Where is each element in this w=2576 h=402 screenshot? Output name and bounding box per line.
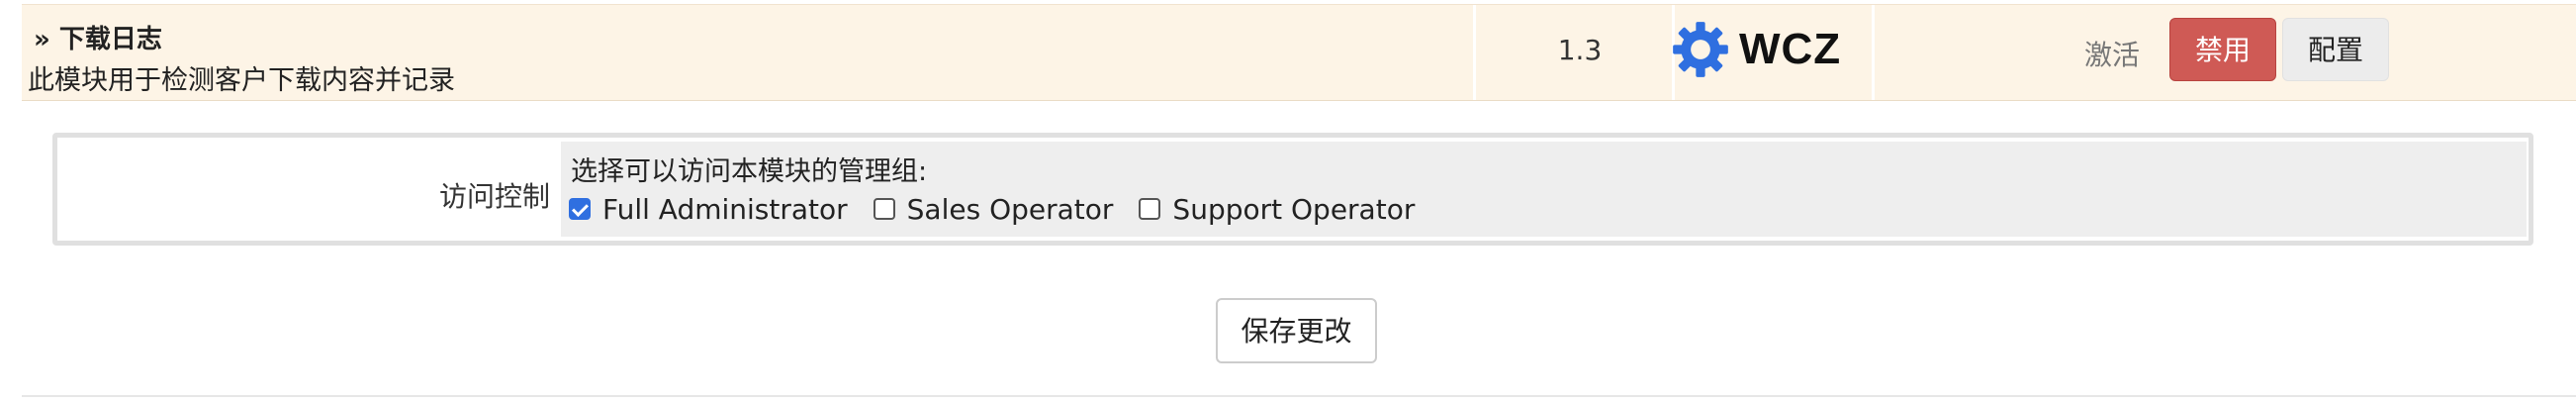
module-name: » 下载日志 (34, 25, 162, 54)
status-text: 激活 (2083, 39, 2140, 71)
admin-group-option[interactable]: Support Operator (1139, 193, 1415, 226)
admin-group-label: Sales Operator (906, 192, 1114, 226)
access-label-cell: 访问控制 (61, 142, 558, 237)
access-prompt: 选择可以访问本模块的管理组: (571, 156, 928, 187)
admin-group-checkbox[interactable] (1139, 198, 1161, 220)
admin-group-checkbox[interactable] (873, 198, 895, 220)
module-description: 此模块用于检测客户下载内容并记录 (28, 65, 455, 96)
admin-group-label: Full Administrator (602, 192, 848, 226)
module-version: 1.3 (1557, 34, 1603, 66)
admin-group-checkbox[interactable] (569, 198, 591, 220)
configure-button[interactable]: 配置 (2282, 18, 2389, 81)
cell-divider (1473, 5, 1476, 100)
access-control-panel: 访问控制 选择可以访问本模块的管理组: Full Administrator S… (52, 133, 2533, 246)
logo-text: WCZ (1739, 25, 1842, 73)
divider (22, 395, 2576, 397)
gear-logo-icon (1673, 22, 1728, 77)
access-field-cell: 选择可以访问本模块的管理组: Full Administrator Sales … (561, 142, 2527, 237)
admin-group-option[interactable]: Full Administrator (569, 193, 848, 226)
disable-button[interactable]: 禁用 (2169, 18, 2276, 81)
module-logo: WCZ (1672, 20, 1841, 79)
admin-group-option[interactable]: Sales Operator (873, 192, 1114, 226)
access-control-label: 访问控制 (438, 180, 550, 213)
admin-group-label: Support Operator (1172, 192, 1416, 226)
save-changes-button[interactable]: 保存更改 (1216, 298, 1377, 363)
cell-divider (1872, 5, 1875, 100)
admin-group-list: Full Administrator Sales Operator Suppor… (569, 191, 1440, 227)
